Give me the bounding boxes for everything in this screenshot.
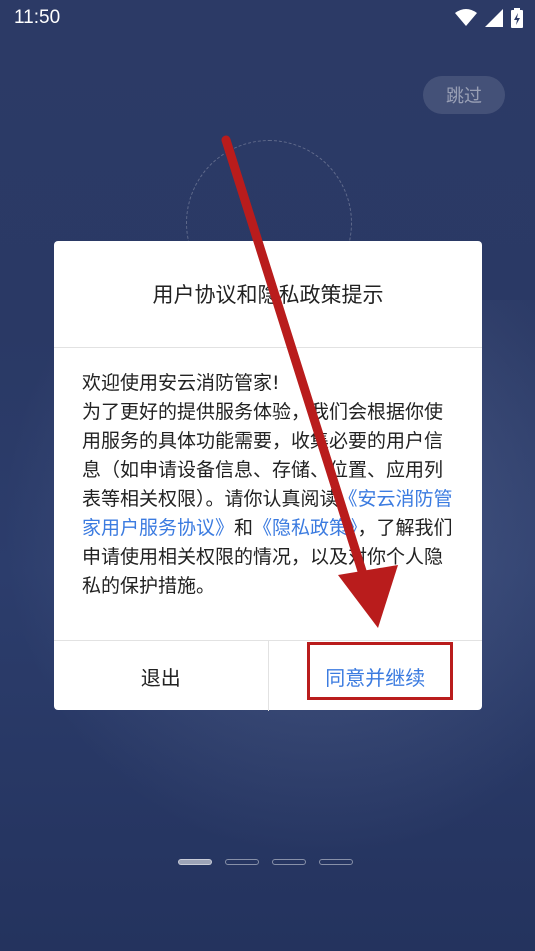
status-bar: 11:50 [0,0,535,36]
body-text-and: 和 [234,517,254,539]
dialog-body: 欢迎使用安云消防管家! 为了更好的提供服务体验，我们会根据你使用服务的具体功能需… [82,369,457,601]
status-icons [455,8,523,28]
signal-icon [485,9,503,27]
annotation-highlight-box [307,642,453,700]
exit-button[interactable]: 退出 [54,641,269,711]
wifi-icon [455,9,477,26]
page-dot-1 [178,859,212,865]
status-time: 11:50 [14,7,61,28]
dialog-title: 用户协议和隐私政策提示 [54,241,482,348]
skip-button[interactable]: 跳过 [423,76,505,114]
page-dot-4 [319,859,353,865]
page-dot-2 [225,859,259,865]
privacy-dialog: 用户协议和隐私政策提示 欢迎使用安云消防管家! 为了更好的提供服务体验，我们会根… [54,241,482,711]
page-dot-3 [272,859,306,865]
page-indicator [178,859,353,865]
privacy-policy-link[interactable]: 《隐私政策》 [253,517,358,539]
battery-charging-icon [511,8,523,28]
welcome-line: 欢迎使用安云消防管家! [82,372,280,394]
